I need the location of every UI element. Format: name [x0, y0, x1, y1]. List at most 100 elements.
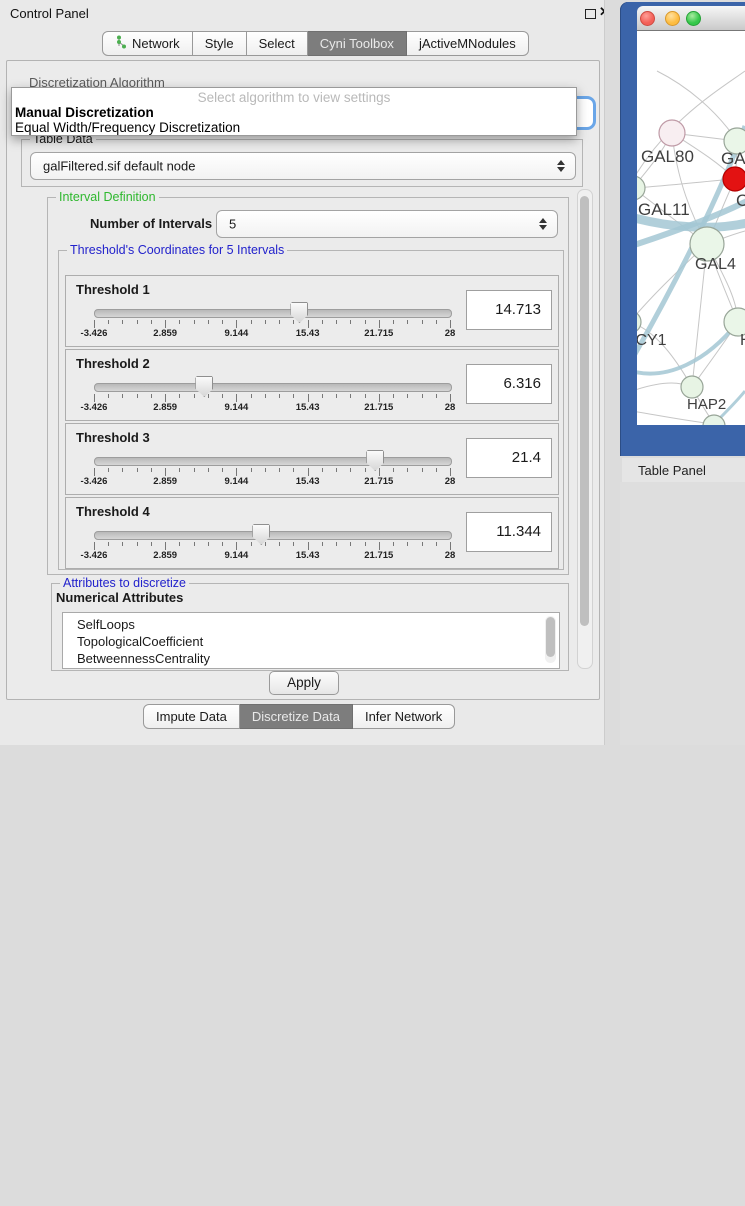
node-gal80[interactable] — [659, 120, 685, 146]
slider-tick-label: -3.426 — [81, 550, 108, 561]
slider-tick — [279, 320, 280, 324]
table-data-group: Table Data galFiltered.sif default node — [21, 139, 583, 187]
tab-style[interactable]: Style — [193, 31, 247, 56]
tab-infer-network[interactable]: Infer Network — [353, 704, 455, 729]
threshold-value: 21.4 — [467, 439, 541, 477]
threshold-slider-thumb[interactable] — [195, 376, 213, 397]
slider-tick — [422, 542, 423, 546]
slider-tick-label: 2.859 — [153, 328, 177, 339]
slider-tick — [179, 468, 180, 472]
slider-tick — [179, 394, 180, 398]
slider-tick-label: 15.43 — [296, 328, 320, 339]
slider-tick-label: 15.43 — [296, 476, 320, 487]
slider-tick-label: 21.715 — [364, 550, 393, 561]
node-label: GAL11 — [638, 200, 690, 219]
slider-tick — [137, 468, 138, 472]
slider-tick — [379, 394, 380, 402]
slider-tick — [222, 394, 223, 398]
threshold-slider-track[interactable] — [94, 309, 452, 318]
slider-tick — [151, 542, 152, 546]
slider-tick — [279, 542, 280, 546]
attribute-list-item[interactable]: TopologicalCoefficient — [63, 633, 559, 650]
slider-tick — [222, 320, 223, 324]
network-canvas[interactable]: GAL80GACGAL11GAL4GCY1HHAP2 — [637, 30, 745, 425]
slider-tick — [365, 542, 366, 546]
slider-tick — [194, 320, 195, 324]
slider-tick — [251, 394, 252, 398]
panel-divider[interactable] — [604, 0, 621, 745]
algorithm-dropdown-popup: Select algorithm to view settings Manual… — [11, 87, 577, 136]
node-gcy1[interactable] — [637, 311, 641, 333]
attribute-list-item[interactable]: BetweennessCentrality — [63, 650, 559, 667]
tab-network[interactable]: Network — [102, 31, 193, 56]
slider-tick — [322, 468, 323, 472]
node-label: HAP2 — [687, 396, 726, 413]
threshold-row: Threshold 2-3.4262.8599.14415.4321.71528… — [65, 349, 559, 421]
slider-tick — [108, 542, 109, 546]
threshold-value-field[interactable]: 21.4 — [466, 438, 552, 478]
float-panel-icon[interactable] — [585, 9, 596, 19]
attribute-list-item[interactable]: SelfLoops — [63, 616, 559, 633]
cyni-toolbox-panel: Discretization Algorithm Select algorith… — [6, 60, 600, 700]
attributes-scrollbar[interactable] — [545, 616, 556, 663]
slider-tick — [393, 542, 394, 546]
slider-tick — [165, 320, 166, 328]
slider-tick — [151, 394, 152, 398]
slider-tick — [137, 320, 138, 324]
panel-scrollbar-thumb[interactable] — [580, 196, 589, 626]
slider-tick — [436, 320, 437, 324]
threshold-value-field[interactable]: 11.344 — [466, 512, 552, 552]
numerical-attributes-label: Numerical Attributes — [56, 590, 183, 605]
slider-tick — [265, 468, 266, 472]
slider-tick — [308, 542, 309, 550]
threshold-value-field[interactable]: 14.713 — [466, 290, 552, 330]
table-data-combobox[interactable]: galFiltered.sif default node — [30, 152, 576, 180]
slider-tick — [393, 320, 394, 324]
slider-tick — [94, 542, 95, 550]
threshold-slider-thumb[interactable] — [366, 450, 384, 471]
threshold-slider-thumb[interactable] — [252, 524, 270, 545]
network-view-window[interactable]: GAL80GACGAL11GAL4GCY1HHAP2 — [620, 2, 745, 456]
thresholds-group-title: Threshold's Coordinates for 5 Intervals — [67, 243, 287, 257]
threshold-slider-track[interactable] — [94, 383, 452, 392]
slider-tick — [137, 394, 138, 398]
tab-impute-data[interactable]: Impute Data — [143, 704, 240, 729]
popup-option[interactable]: Equal Width/Frequency Discretization — [12, 120, 576, 135]
tab-discretize-data[interactable]: Discretize Data — [240, 704, 353, 729]
minimize-window-icon[interactable] — [665, 11, 680, 26]
attributes-list[interactable]: SelfLoopsTopologicalCoefficientBetweenne… — [62, 612, 560, 669]
slider-tick — [422, 320, 423, 324]
threshold-slider-track[interactable] — [94, 457, 452, 466]
slider-tick — [122, 394, 123, 398]
slider-tick — [122, 320, 123, 324]
num-intervals-spinner[interactable]: 5 — [216, 210, 558, 238]
slider-tick — [393, 394, 394, 398]
popup-option[interactable]: Manual Discretization — [12, 105, 576, 120]
tab-cyni-toolbox[interactable]: Cyni Toolbox — [308, 31, 407, 56]
threshold-value-field[interactable]: 6.316 — [466, 364, 552, 404]
zoom-window-icon[interactable] — [686, 11, 701, 26]
threshold-slider-track[interactable] — [94, 531, 452, 540]
attributes-group: Attributes to discretize Numerical Attri… — [51, 583, 569, 671]
slider-tick — [251, 320, 252, 324]
screen: Control Panel ✕ NetworkStyleSelectCyni T… — [0, 0, 745, 745]
node-hap2[interactable] — [681, 376, 703, 398]
tab-select[interactable]: Select — [247, 31, 308, 56]
panel-scrollbar[interactable] — [577, 189, 593, 669]
attributes-scrollbar-thumb[interactable] — [546, 617, 555, 657]
threshold-row: Threshold 1-3.4262.8599.14415.4321.71528… — [65, 275, 559, 347]
tab-jactivemnodules[interactable]: jActiveMNodules — [407, 31, 529, 56]
node-red[interactable] — [723, 167, 745, 191]
network-window-titlebar[interactable] — [637, 6, 745, 31]
slider-tick — [322, 542, 323, 546]
thresholds-group: Threshold's Coordinates for 5 Intervals … — [58, 250, 564, 570]
slider-tick-label: 9.144 — [225, 402, 249, 413]
table-panel-body: ⚙ ✓ ✓ shared...n YDL19...YDL1YDR27...YDR… — [620, 482, 745, 745]
threshold-value: 6.316 — [467, 365, 541, 403]
close-window-icon[interactable] — [640, 11, 655, 26]
slider-tick — [94, 468, 95, 476]
apply-button[interactable]: Apply — [269, 671, 339, 695]
slider-tick — [179, 320, 180, 324]
cyni-bottom-tabs: Impute DataDiscretize DataInfer Network — [143, 704, 455, 729]
slider-tick — [336, 320, 337, 324]
